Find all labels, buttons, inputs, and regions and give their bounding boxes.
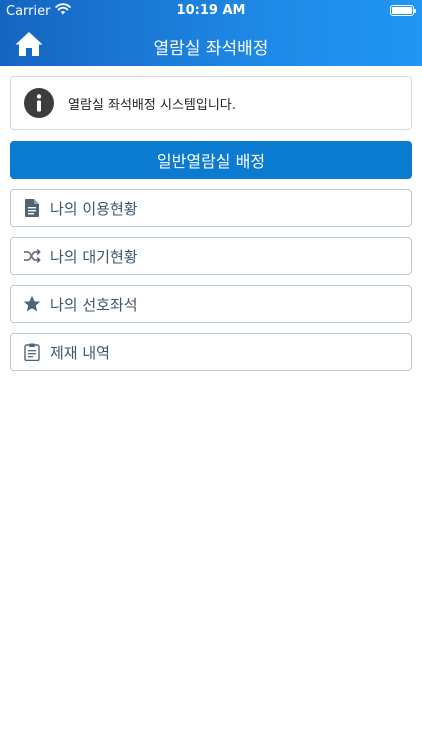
menu-item-my-preferred-seats[interactable]: 나의 선호좌석 [10, 285, 412, 323]
info-icon [24, 88, 54, 118]
page-title: 열람실 좌석배정 [153, 39, 269, 59]
menu-item-my-usage[interactable]: 나의 이용현황 [10, 189, 412, 227]
clipboard-icon [22, 342, 42, 362]
home-icon [15, 32, 43, 56]
menu-item-my-waiting[interactable]: 나의 대기현황 [10, 237, 412, 275]
nav-bar: 열람실 좌석배정 [0, 22, 422, 66]
general-reading-room-assign-button[interactable]: 일반열람실 배정 [10, 141, 412, 179]
menu-item-sanctions[interactable]: 제재 내역 [10, 333, 412, 371]
home-button[interactable] [14, 30, 44, 58]
status-bar: Carrier 10:19 AM [0, 0, 422, 22]
primary-button-label: 일반열람실 배정 [156, 152, 266, 171]
star-icon [22, 294, 42, 314]
battery-icon [390, 5, 416, 16]
info-card: 열람실 좌석배정 시스템입니다. [10, 76, 412, 130]
battery-fill [392, 7, 412, 14]
menu-item-label: 나의 대기현황 [50, 247, 138, 266]
shuffle-icon [22, 246, 42, 266]
status-time: 10:19 AM [176, 3, 246, 18]
document-icon [22, 198, 42, 218]
info-text: 열람실 좌석배정 시스템입니다. [68, 97, 236, 113]
main-content: 열람실 좌석배정 시스템입니다. 일반열람실 배정 나의 이용현황 나의 대기현… [10, 76, 412, 371]
menu-item-label: 나의 이용현황 [50, 199, 138, 218]
menu-item-label: 제재 내역 [50, 343, 110, 362]
menu-item-label: 나의 선호좌석 [50, 295, 138, 314]
